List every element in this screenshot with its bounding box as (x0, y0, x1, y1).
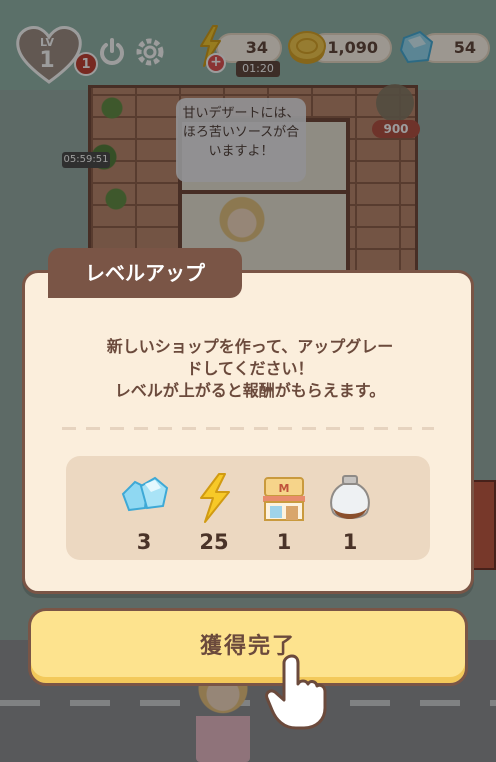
dialog-message-line: ドしてください！ (186, 359, 314, 378)
gem-icon (121, 476, 169, 512)
dialog-message-line: 新しいショップを作って、アップグレー (106, 337, 394, 356)
reward-item: M 1 (254, 470, 314, 560)
claim-complete-button[interactable]: 獲得完了 (28, 608, 468, 686)
reward-quantity: 25 (199, 530, 229, 554)
svg-text:M: M (279, 482, 290, 495)
dialog-message-line: レベルが上がると報酬がもらえます。 (114, 381, 386, 400)
shop-icon: M (263, 477, 305, 521)
energy-icon (200, 473, 230, 523)
reward-item: 3 (114, 470, 174, 560)
reward-quantity: 3 (136, 530, 152, 554)
reward-quantity: 1 (342, 530, 358, 554)
jar-icon (330, 475, 370, 519)
reward-quantity: 1 (276, 530, 292, 554)
dialog-title: レベルアップ (48, 248, 242, 298)
reward-item: 1 (320, 470, 380, 560)
reward-item: 25 (184, 470, 244, 560)
dashed-divider (62, 427, 434, 430)
dialog-message: 新しいショップを作って、アップグレー ドしてください！ レベルが上がると報酬がも… (50, 336, 450, 402)
pointing-hand-icon (265, 654, 327, 730)
